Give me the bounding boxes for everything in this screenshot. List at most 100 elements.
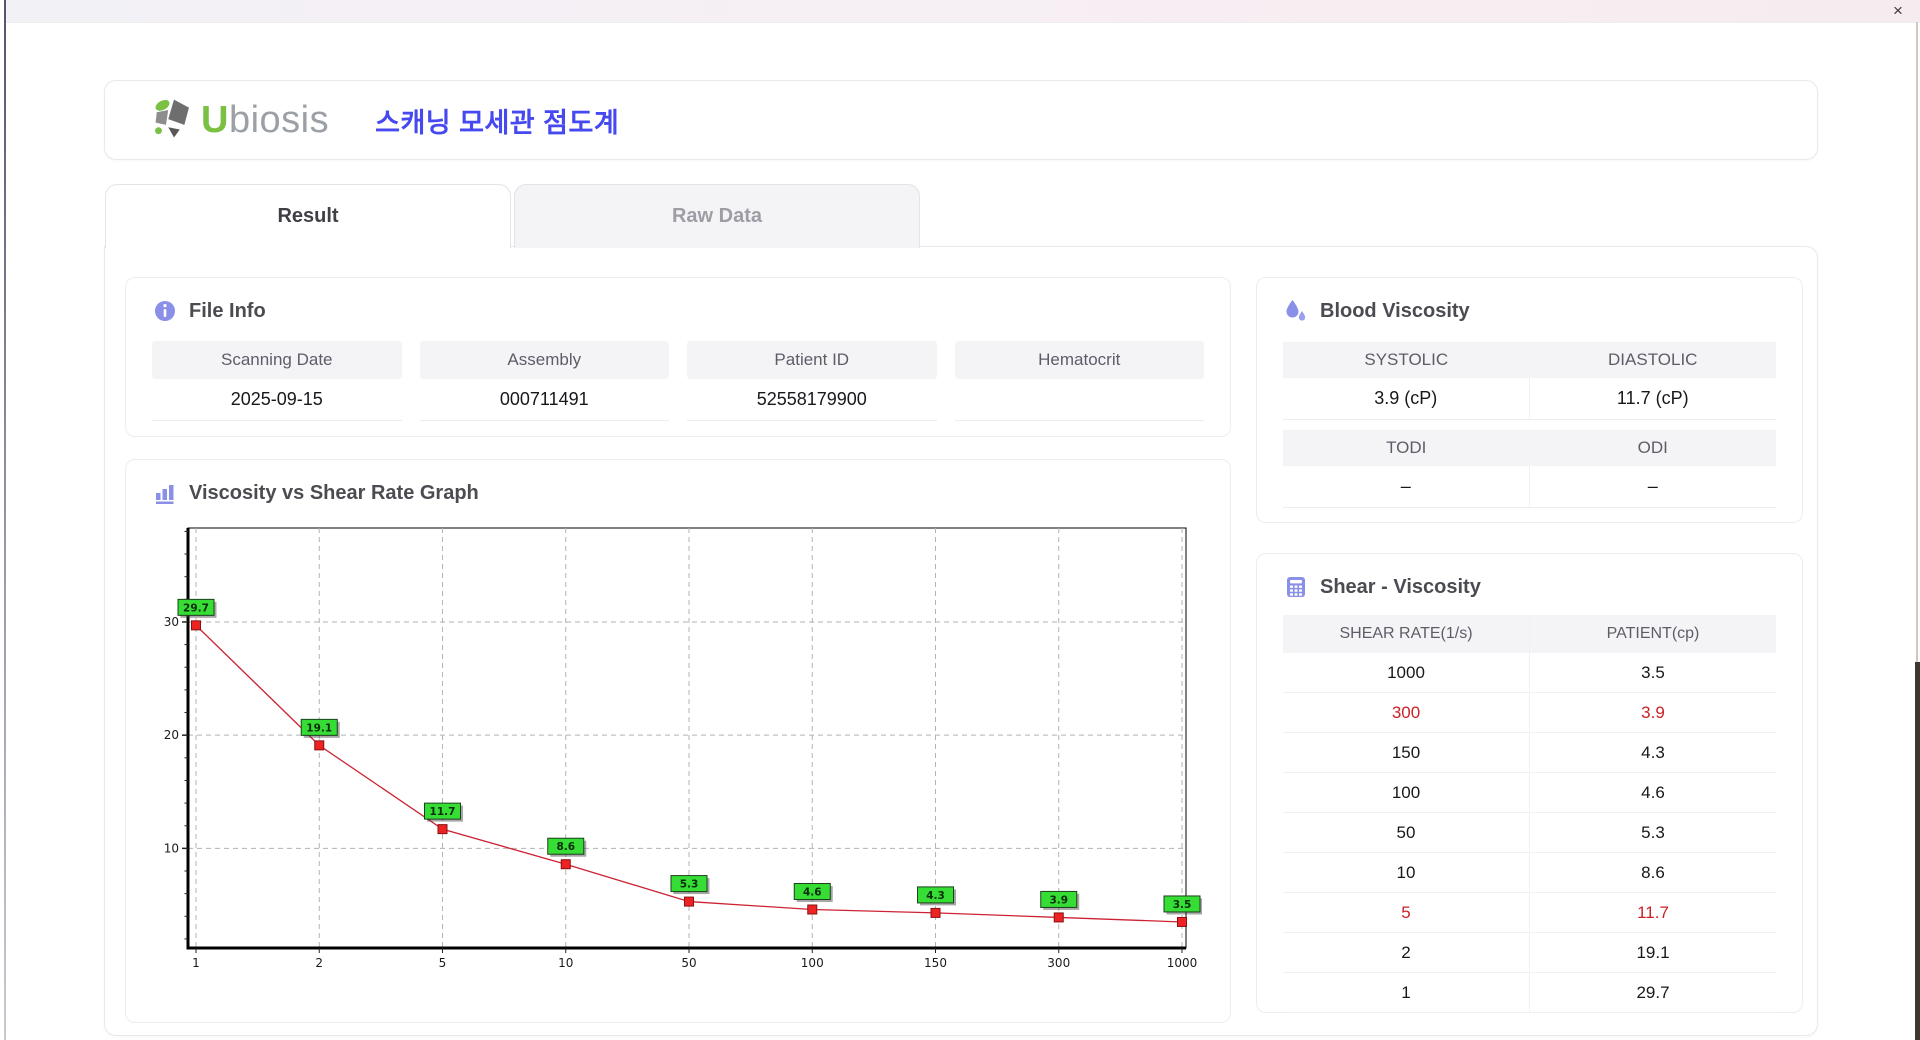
field-label: Scanning Date — [152, 341, 402, 379]
svg-text:100: 100 — [801, 956, 824, 970]
bv-metric-value: – — [1529, 466, 1776, 508]
shear-rate-cell: 50 — [1283, 812, 1530, 853]
svg-text:29.7: 29.7 — [183, 602, 209, 614]
file-info-fields: Scanning Date 2025-09-15 Assembly 000711491… — [126, 324, 1230, 421]
graph-header: Viscosity vs Shear Rate Graph — [126, 460, 1230, 506]
app-window: × Ubiosis 스캐닝 모세관 점도계 Result Raw Data Fi… — [0, 0, 1920, 1040]
table-row: 1 29.7 — [1283, 972, 1776, 1013]
svg-text:50: 50 — [681, 956, 696, 970]
field-value — [954, 379, 1204, 421]
table-row: 300 3.9 — [1283, 692, 1776, 733]
bv-metric-label: TODI — [1283, 430, 1530, 466]
close-icon[interactable]: × — [1888, 1, 1908, 21]
shear-column-header: PATIENT(cp) — [1529, 615, 1776, 653]
tab-result[interactable]: Result — [105, 184, 511, 248]
bv-metric-label: ODI — [1529, 430, 1776, 466]
svg-text:150: 150 — [924, 956, 947, 970]
table-row: 50 5.3 — [1283, 812, 1776, 853]
viscosity-chart: 10 20 30 1 2 5 10 50 100 150 300 1000 29.7 19.1 11.7 8.… — [164, 527, 1203, 970]
table-row: 1000 3.5 — [1283, 653, 1776, 693]
svg-text:19.1: 19.1 — [306, 722, 332, 734]
bar-chart-icon — [152, 480, 178, 506]
shear-rate-cell: 5 — [1283, 892, 1530, 933]
shear-rate-cell: 2 — [1283, 932, 1530, 973]
bv-metric-value: 3.9 (cP) — [1283, 378, 1530, 420]
title-bar: × — [6, 0, 1920, 23]
blood-viscosity-card: Blood Viscosity SYSTOLIC DIASTOLIC 3.9 (cP… — [1256, 277, 1803, 523]
table-row: 2 19.1 — [1283, 932, 1776, 973]
svg-text:3.9: 3.9 — [1049, 894, 1068, 906]
patient-viscosity-cell: 4.6 — [1529, 772, 1776, 813]
field-value: 2025-09-15 — [152, 379, 402, 421]
chart-wrap: 10 20 30 1 2 5 10 50 100 150 300 1000 29.7 19.1 11.7 8.… — [142, 514, 1230, 997]
shear-rate-cell: 1000 — [1283, 653, 1530, 693]
blood-viscosity-header: Blood Viscosity — [1257, 278, 1802, 324]
svg-text:1: 1 — [192, 956, 200, 970]
tab-raw-data[interactable]: Raw Data — [514, 184, 920, 248]
tabs: Result Raw Data — [105, 184, 920, 248]
field-label: Assembly — [419, 341, 669, 379]
shear-table: SHEAR RATE(1/s) PATIENT(cp) 1000 3.5 300 3.9… — [1283, 615, 1776, 1013]
file-info-card: File Info Scanning Date 2025-09-15 Assembl… — [125, 277, 1231, 437]
shear-rate-cell: 10 — [1283, 852, 1530, 893]
shear-viscosity-header: Shear - Viscosity — [1257, 554, 1802, 600]
window-right-edge-dark — [1915, 662, 1920, 1040]
shear-column-header: SHEAR RATE(1/s) — [1283, 615, 1530, 653]
svg-text:300: 300 — [1047, 956, 1070, 970]
logo-word-biosis: biosis — [228, 99, 330, 141]
field-value: 52558179900 — [687, 379, 937, 421]
patient-viscosity-cell: 8.6 — [1529, 852, 1776, 893]
graph-card: Viscosity vs Shear Rate Graph 10 20 30 1 2 5 1… — [125, 459, 1231, 1023]
shear-rate-cell: 150 — [1283, 732, 1530, 773]
file-info-field: Hematocrit — [954, 341, 1204, 421]
bv-row: TODI ODI – – — [1283, 430, 1776, 508]
logo-leaf-icon — [151, 95, 201, 146]
blood-viscosity-title: Blood Viscosity — [1320, 299, 1470, 322]
file-info-title: File Info — [189, 299, 266, 322]
svg-text:8.6: 8.6 — [556, 841, 575, 853]
table-row: 100 4.6 — [1283, 772, 1776, 813]
logo-letter-u: U — [201, 99, 229, 141]
bv-metric-value: 11.7 (cP) — [1529, 378, 1776, 420]
logo-text: Ubiosis — [201, 101, 329, 139]
table-row: 10 8.6 — [1283, 852, 1776, 893]
shear-table-header-row: SHEAR RATE(1/s) PATIENT(cp) — [1283, 615, 1776, 653]
patient-viscosity-cell: 19.1 — [1529, 932, 1776, 973]
bv-metric-label: DIASTOLIC — [1529, 342, 1776, 378]
svg-text:4.3: 4.3 — [926, 890, 945, 902]
shear-table-body: 1000 3.5 300 3.9 150 4.3 100 4.6 50 5.3 10 8.6 5 11.7… — [1283, 653, 1776, 1013]
bv-metric-value: – — [1283, 466, 1530, 508]
table-row: 5 11.7 — [1283, 892, 1776, 933]
bv-row: SYSTOLIC DIASTOLIC 3.9 (cP) 11.7 (cP) — [1283, 342, 1776, 420]
main-card: File Info Scanning Date 2025-09-15 Assembl… — [104, 246, 1818, 1036]
field-label: Patient ID — [687, 341, 937, 379]
svg-text:5.3: 5.3 — [680, 879, 699, 891]
table-row: 150 4.3 — [1283, 732, 1776, 773]
file-info-field: Scanning Date 2025-09-15 — [152, 341, 402, 421]
svg-text:10: 10 — [558, 956, 573, 970]
patient-viscosity-cell: 4.3 — [1529, 732, 1776, 773]
svg-text:4.6: 4.6 — [803, 887, 822, 899]
shear-viscosity-title: Shear - Viscosity — [1320, 575, 1481, 598]
info-icon — [152, 298, 178, 324]
shear-rate-cell: 300 — [1283, 692, 1530, 733]
app-title-korean: 스캐닝 모세관 점도계 — [375, 107, 620, 138]
svg-text:11.7: 11.7 — [430, 806, 456, 818]
patient-viscosity-cell: 3.9 — [1529, 692, 1776, 733]
patient-viscosity-cell: 29.7 — [1529, 972, 1776, 1013]
svg-text:2: 2 — [315, 956, 323, 970]
header-card: Ubiosis 스캐닝 모세관 점도계 — [104, 80, 1818, 160]
svg-text:3.5: 3.5 — [1173, 899, 1192, 911]
droplets-icon — [1283, 298, 1309, 324]
field-label: Hematocrit — [954, 341, 1204, 379]
app-logo: Ubiosis — [151, 95, 329, 146]
blood-viscosity-table: SYSTOLIC DIASTOLIC 3.9 (cP) 11.7 (cP) TODI OD… — [1257, 324, 1802, 508]
file-info-field: Assembly 000711491 — [419, 341, 669, 421]
window-right-edge — [1916, 22, 1918, 662]
file-info-field: Patient ID 52558179900 — [687, 341, 937, 421]
svg-text:20: 20 — [164, 728, 179, 742]
patient-viscosity-cell: 11.7 — [1529, 892, 1776, 933]
svg-text:10: 10 — [164, 841, 179, 855]
bv-metric-label: SYSTOLIC — [1283, 342, 1530, 378]
calculator-icon — [1283, 574, 1309, 600]
